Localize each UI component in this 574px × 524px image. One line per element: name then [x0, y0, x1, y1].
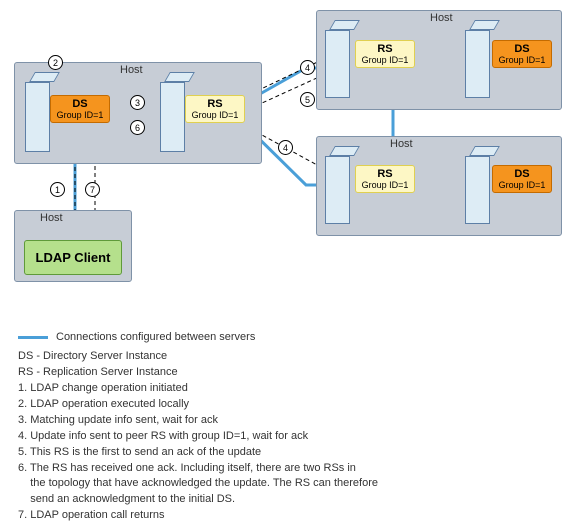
host-label-tr: Host: [430, 12, 453, 24]
server-icon: [325, 156, 350, 224]
legend-connection: Connections configured between servers: [18, 330, 378, 346]
legend-step-4: 4. Update info sent to peer RS with grou…: [18, 429, 378, 445]
server-icon: [325, 30, 350, 98]
rs-label: RS: [377, 43, 392, 55]
server-icon: [25, 82, 50, 152]
group-label: Group ID=1: [497, 180, 547, 190]
rs-node-main: RS Group ID=1: [185, 95, 245, 123]
rs-node-br: RS Group ID=1: [355, 165, 415, 193]
step-circle-1: 1: [50, 182, 65, 197]
step-circle-7: 7: [85, 182, 100, 197]
ds-node-tr: DS Group ID=1: [492, 40, 552, 68]
legend-rs-def: RS - Replication Server Instance: [18, 365, 378, 381]
diagram-canvas: Host Host Host Host DS Group ID=1 RS Gro…: [0, 0, 574, 310]
step-circle-5: 5: [300, 92, 315, 107]
legend-step-6a: 6. The RS has received one ack. Includin…: [18, 461, 378, 477]
group-label: Group ID=1: [360, 55, 410, 65]
legend-step-5: 5. This RS is the first to send an ack o…: [18, 445, 378, 461]
step-circle-3: 3: [130, 95, 145, 110]
host-label-ldap: Host: [40, 212, 63, 224]
legend-conn-text: Connections configured between servers: [56, 330, 255, 346]
legend-step-3: 3. Matching update info sent, wait for a…: [18, 413, 378, 429]
server-icon: [465, 156, 490, 224]
legend-step-2: 2. LDAP operation executed locally: [18, 397, 378, 413]
group-label: Group ID=1: [55, 110, 105, 120]
legend: Connections configured between servers D…: [18, 330, 378, 524]
ldap-client-node: LDAP Client: [24, 240, 122, 275]
group-label: Group ID=1: [360, 180, 410, 190]
ldap-label: LDAP Client: [36, 250, 111, 265]
legend-ds-def: DS - Directory Server Instance: [18, 349, 378, 365]
step-circle-4: 4: [300, 60, 315, 75]
legend-step-7: 7. LDAP operation call returns: [18, 508, 378, 524]
ds-label: DS: [514, 168, 529, 180]
server-icon: [465, 30, 490, 98]
step-circle-6: 6: [130, 120, 145, 135]
legend-step-6c: send an acknowledgment to the initial DS…: [18, 492, 378, 508]
ds-node-br: DS Group ID=1: [492, 165, 552, 193]
group-label: Group ID=1: [190, 110, 240, 120]
server-icon: [160, 82, 185, 152]
ds-label: DS: [514, 43, 529, 55]
group-label: Group ID=1: [497, 55, 547, 65]
ds-label: DS: [72, 98, 87, 110]
host-label-main: Host: [120, 64, 143, 76]
legend-step-1: 1. LDAP change operation initiated: [18, 381, 378, 397]
legend-step-6b: the topology that have acknowledged the …: [18, 476, 378, 492]
ds-node-main: DS Group ID=1: [50, 95, 110, 123]
rs-label: RS: [207, 98, 222, 110]
step-circle-4b: 4: [278, 140, 293, 155]
rs-node-tr: RS Group ID=1: [355, 40, 415, 68]
host-label-br: Host: [390, 138, 413, 150]
blue-line-icon: [18, 336, 48, 339]
step-circle-2: 2: [48, 55, 63, 70]
rs-label: RS: [377, 168, 392, 180]
